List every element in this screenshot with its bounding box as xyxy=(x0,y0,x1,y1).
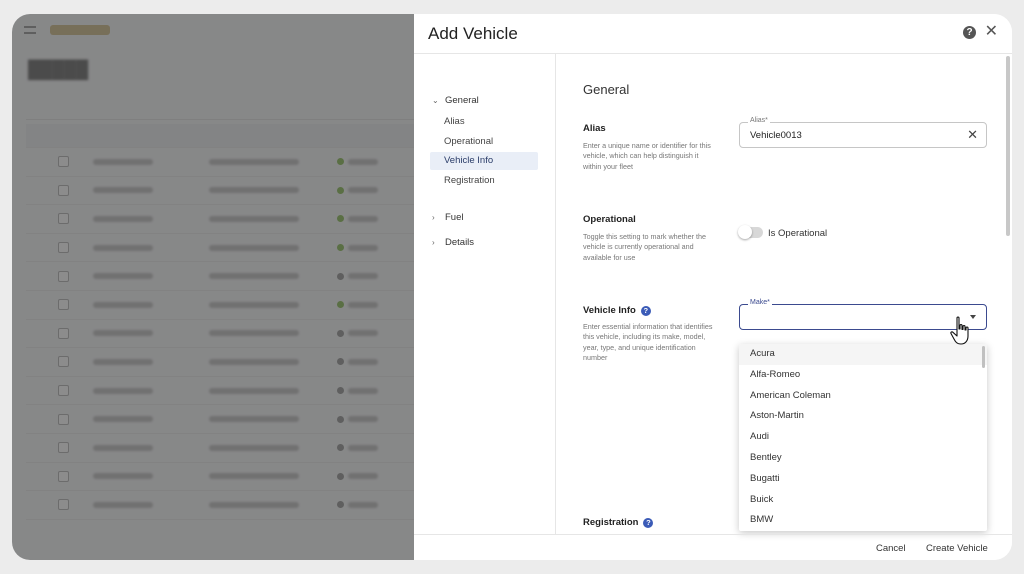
alias-description: Enter a unique name or identifier for th… xyxy=(583,141,711,171)
make-option[interactable]: Alfa-Romeo xyxy=(739,365,987,386)
nav-group-fuel[interactable]: › Fuel xyxy=(432,212,463,223)
alias-field-label: Alias* xyxy=(748,117,770,124)
toggle-knob xyxy=(738,225,752,239)
vehicle-info-heading-text: Vehicle Info xyxy=(583,305,636,316)
nav-item-alias[interactable]: Alias xyxy=(430,113,538,131)
close-icon[interactable]: ✕ xyxy=(985,23,998,41)
question-icon[interactable]: ? xyxy=(640,305,651,316)
form-content: General Alias Enter a unique name or ide… xyxy=(557,54,1012,538)
is-operational-label: Is Operational xyxy=(768,228,828,239)
app-frame: █████ Add Vehicle ? ✕ ⌄ General Alias Op… xyxy=(12,14,1012,560)
question-icon[interactable]: ? xyxy=(643,517,654,528)
make-field-label: Make* xyxy=(748,299,772,306)
drawer-title: Add Vehicle xyxy=(428,23,518,43)
alias-field-value[interactable]: Vehicle0013 xyxy=(750,130,802,141)
make-option[interactable]: Buick xyxy=(739,490,987,511)
alias-heading-text: Alias xyxy=(583,123,606,134)
drawer-header: Add Vehicle xyxy=(414,14,1012,54)
nav-item-registration[interactable]: Registration xyxy=(430,172,538,190)
alias-field[interactable]: Alias* Vehicle0013 ✕ xyxy=(739,117,987,148)
help-icon[interactable]: ? xyxy=(963,26,976,39)
cancel-button[interactable]: Cancel xyxy=(876,543,906,554)
chevron-down-icon: ⌄ xyxy=(432,96,439,105)
make-option[interactable]: Bugatti xyxy=(739,469,987,490)
modal-backdrop[interactable] xyxy=(12,14,414,560)
nav-group-label: Fuel xyxy=(445,212,464,223)
operational-heading: Operational xyxy=(583,214,636,225)
chevron-right-icon: › xyxy=(432,213,435,222)
chevron-right-icon: › xyxy=(432,238,435,247)
registration-heading-text: Registration xyxy=(583,517,639,528)
make-option[interactable]: Bentley xyxy=(739,448,987,469)
add-vehicle-drawer: Add Vehicle ? ✕ ⌄ General Alias Operatio… xyxy=(414,14,1012,560)
make-option[interactable]: American Coleman xyxy=(739,386,987,407)
section-title: General xyxy=(583,82,630,97)
make-option[interactable]: BMW xyxy=(739,510,987,531)
vehicle-info-heading: Vehicle Info ? xyxy=(583,305,651,316)
nav-item-operational[interactable]: Operational xyxy=(430,133,538,151)
operational-description: Toggle this setting to mark whether the … xyxy=(583,232,707,262)
make-option[interactable]: Acura xyxy=(739,344,987,365)
hand-cursor-icon xyxy=(950,316,969,345)
nav-group-details[interactable]: › Details xyxy=(432,237,474,248)
dropdown-scrollbar[interactable] xyxy=(982,346,985,368)
nav-group-label: General xyxy=(445,95,479,106)
section-nav: ⌄ General Alias Operational Vehicle Info… xyxy=(414,54,556,534)
operational-heading-text: Operational xyxy=(583,214,636,225)
nav-item-vehicle-info[interactable]: Vehicle Info xyxy=(430,152,538,170)
vehicle-info-description: Enter essential information that identif… xyxy=(583,322,713,362)
drawer-footer: Cancel Create Vehicle xyxy=(414,534,1012,560)
make-option[interactable]: Audi xyxy=(739,427,987,448)
make-option[interactable]: Aston-Martin xyxy=(739,406,987,427)
create-vehicle-button[interactable]: Create Vehicle xyxy=(926,543,988,554)
nav-group-general[interactable]: ⌄ General xyxy=(432,95,479,106)
clear-icon[interactable]: ✕ xyxy=(967,127,978,143)
is-operational-toggle[interactable] xyxy=(738,225,763,239)
registration-heading: Registration ? xyxy=(583,517,654,528)
alias-heading: Alias xyxy=(583,123,606,134)
make-dropdown-list: Acura Alfa-Romeo American Coleman Aston-… xyxy=(739,344,987,531)
nav-group-label: Details xyxy=(445,237,475,248)
